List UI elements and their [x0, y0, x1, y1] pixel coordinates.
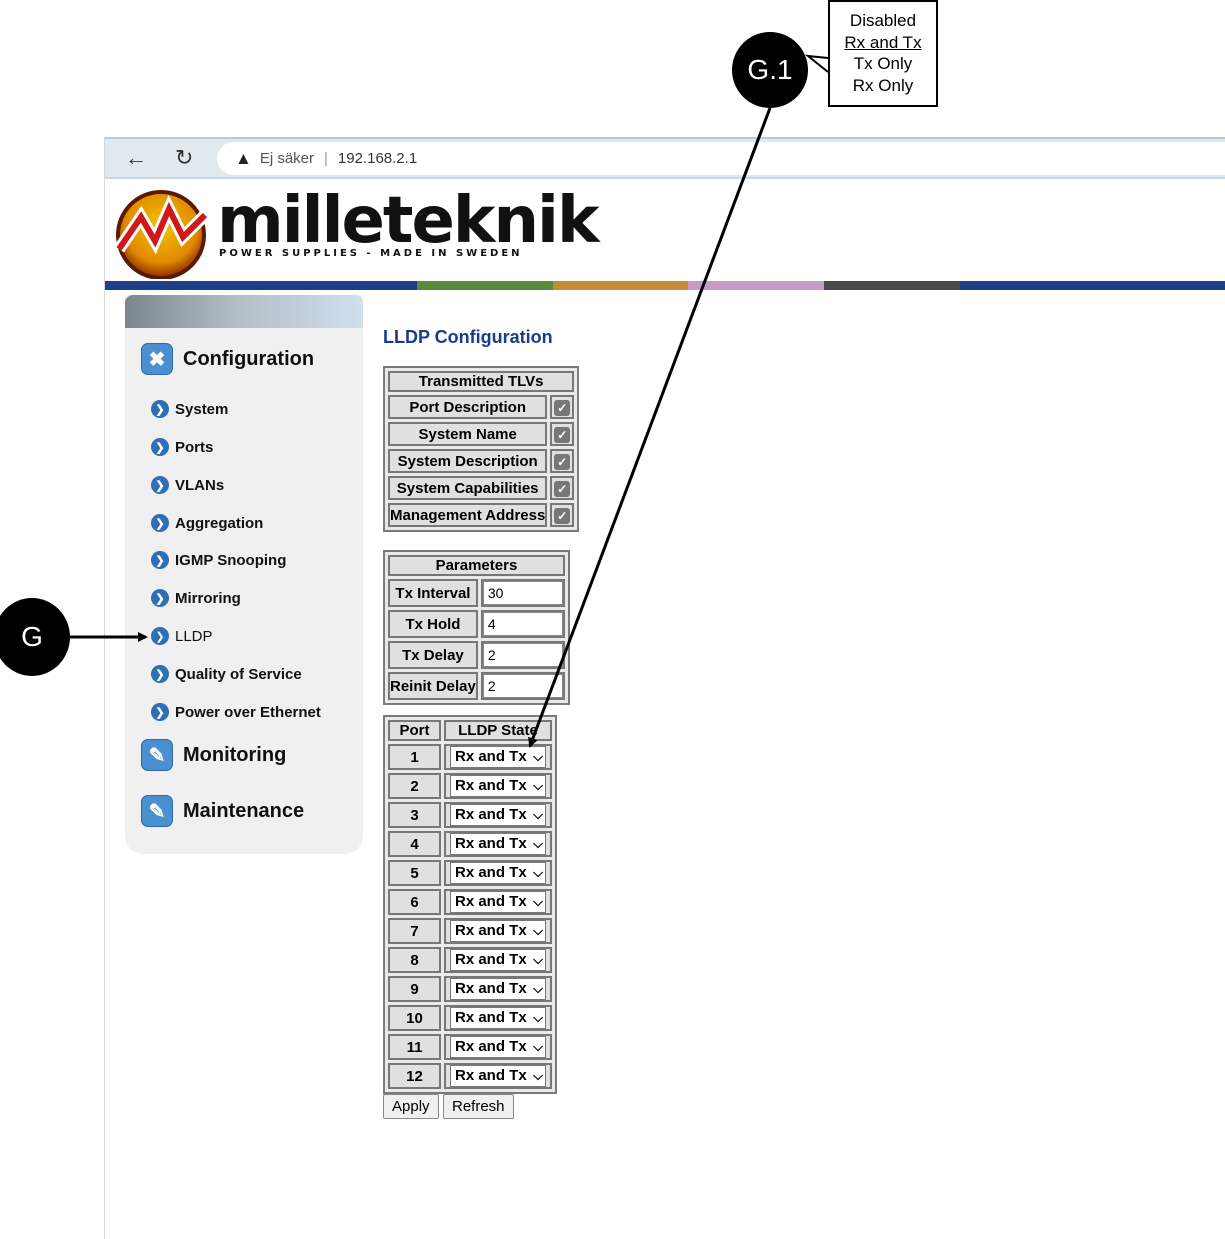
annotation-arrows: [70, 54, 829, 748]
callout-pointer: [804, 54, 829, 73]
arrow-g1: [528, 107, 772, 748]
